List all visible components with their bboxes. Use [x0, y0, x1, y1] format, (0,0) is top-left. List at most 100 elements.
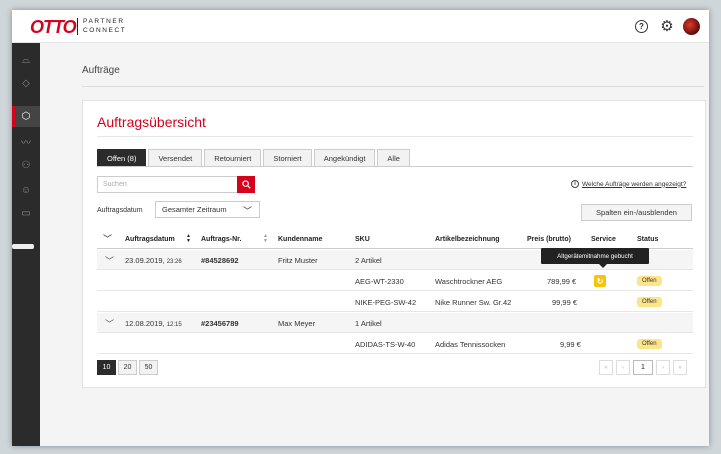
sort-icon[interactable]: ▲ ▼: [186, 234, 191, 244]
top-bar: OTTO PARTNER CONNECT ? ⚙: [12, 10, 709, 43]
otto-logo[interactable]: OTTO: [30, 17, 77, 38]
orders-card: Auftragsübersicht Offen (8) Versendet Reto…: [82, 100, 706, 388]
page-size-20[interactable]: 20: [118, 360, 137, 375]
item-sku: ADIDAS-TS-W-40: [355, 340, 416, 349]
status-badge: Offen: [637, 297, 662, 307]
tab-5[interactable]: Alle: [377, 149, 410, 166]
title-divider: [97, 136, 693, 137]
sidebar-item-2[interactable]: ⬡: [12, 106, 40, 127]
page-size-10[interactable]: 10: [97, 360, 116, 375]
date-range-value: Gesamter Zeitraum: [162, 205, 227, 214]
order-date: 23.09.2019, 23:26: [125, 256, 182, 265]
first-page-button[interactable]: «: [599, 360, 613, 375]
info-link-text: Welche Aufträge werden angezeigt?: [582, 180, 687, 188]
activity-icon: 〰: [21, 138, 31, 149]
order-number[interactable]: #84528692: [201, 256, 239, 265]
avatar[interactable]: [683, 18, 700, 35]
item-price: 99,99 €: [552, 298, 578, 307]
order-tabs: Offen (8) Versendet Retourniert Storniert An…: [97, 149, 412, 166]
chevron-down-icon: ﹀: [242, 206, 252, 216]
table-header: ﹀ Auftragsdatum ▲ ▼ Auftrags-Nr. ▲ ▼ Kunde…: [97, 229, 693, 249]
search-input[interactable]: [97, 176, 239, 193]
customer-name: Max Meyer: [278, 319, 316, 328]
item-price: 789,99 €: [547, 277, 577, 286]
prev-page-button[interactable]: ‹: [616, 360, 630, 375]
user-icon: ☺: [20, 185, 32, 196]
tab-3[interactable]: Storniert: [263, 149, 312, 166]
gear-icon[interactable]: ⚙: [659, 18, 675, 35]
order-number[interactable]: #23456789: [201, 319, 239, 328]
item-article: Nike Runner Sw. Gr.42: [435, 298, 512, 307]
partner-connect-label: PARTNER CONNECT: [83, 18, 126, 35]
column-date[interactable]: Auftragsdatum: [125, 236, 175, 243]
book-icon: ▭: [21, 208, 31, 219]
order-row[interactable]: ﹀ 12.08.2019, 12:15 #23456789 Max Meyer …: [97, 313, 693, 333]
search-icon: [241, 180, 251, 189]
chevron-down-icon[interactable]: ﹀: [105, 317, 114, 330]
people-icon: ⚇: [21, 160, 31, 171]
sidebar-item-3[interactable]: 〰: [12, 131, 40, 152]
partner-line-2: CONNECT: [83, 26, 127, 34]
box-icon: ⬡: [21, 111, 31, 122]
speedometer-icon: ⌓: [22, 55, 30, 66]
column-article[interactable]: Artikelbezeichnung: [435, 236, 500, 243]
tab-4[interactable]: Angekündigt: [313, 149, 376, 166]
toggle-columns-button[interactable]: Spalten ein-/ausblenden: [581, 204, 692, 221]
partner-line-1: PARTNER: [83, 18, 125, 25]
breadcrumb-divider: [82, 86, 704, 87]
search-button[interactable]: [237, 176, 255, 193]
current-page[interactable]: 1: [633, 360, 653, 375]
item-sku: AEG-WT-2330: [355, 277, 404, 286]
app-window: OTTO PARTNER CONNECT ? ⚙ » ⌓ ◇ ⬡ 〰 ⚇ ☺ ▭ Auftr…: [12, 10, 709, 446]
column-order-no[interactable]: Auftrags-Nr.: [201, 236, 241, 243]
drag-handle[interactable]: [12, 244, 34, 249]
sidebar-item-4[interactable]: ⚇: [12, 155, 40, 176]
status-badge: Offen: [637, 276, 662, 286]
tag-icon: ◇: [22, 78, 30, 89]
item-row: ADIDAS-TS-W-40 Adidas Tennissocken 9,99 …: [97, 334, 693, 354]
orders-info-link[interactable]: i Welche Aufträge werden angezeigt?: [571, 180, 686, 188]
date-filter-label: Auftragsdatum: [97, 207, 143, 214]
item-row: AEG-WT-2330 Waschtrockner AEG 789,99 € ↻…: [97, 271, 693, 291]
page-size-selector: 10 20 50: [97, 360, 160, 375]
date-range-select[interactable]: Gesamter Zeitraum ﹀: [155, 201, 260, 218]
article-count: 1 Artikel: [355, 319, 382, 328]
tab-2[interactable]: Retourniert: [204, 149, 262, 166]
item-sku: NIKE-PEG-SW-42: [355, 298, 417, 307]
order-date: 12.08.2019, 12:15: [125, 319, 182, 328]
main-content: Aufträge Auftragsübersicht Offen (8) Vers…: [40, 43, 709, 446]
sidebar-item-5[interactable]: ☺: [12, 180, 40, 201]
tabs-divider: [97, 166, 693, 167]
sidebar-item-0[interactable]: ⌓: [12, 50, 40, 71]
customer-name: Fritz Muster: [278, 256, 318, 265]
breadcrumb[interactable]: Aufträge: [82, 65, 120, 76]
tab-0[interactable]: Offen (8): [97, 149, 147, 166]
next-page-button[interactable]: ›: [656, 360, 670, 375]
pagination: « ‹ 1 › »: [596, 360, 687, 375]
service-tooltip: Altgerätemitnahme gebucht: [541, 248, 649, 268]
sidebar-item-6[interactable]: ▭: [12, 203, 40, 224]
chevron-down-icon[interactable]: ﹀: [105, 254, 114, 267]
question-circle-icon[interactable]: ?: [635, 20, 648, 33]
article-count: 2 Artikel: [355, 256, 382, 265]
column-sku[interactable]: SKU: [355, 236, 370, 243]
last-page-button[interactable]: »: [673, 360, 687, 375]
page-size-50[interactable]: 50: [139, 360, 158, 375]
status-badge: Offen: [637, 339, 662, 349]
sort-icon[interactable]: ▲ ▼: [263, 234, 268, 244]
info-icon: i: [571, 180, 579, 188]
item-row: NIKE-PEG-SW-42 Nike Runner Sw. Gr.42 99,…: [97, 292, 693, 312]
column-status[interactable]: Status: [637, 236, 658, 243]
item-article: Waschtrockner AEG: [435, 277, 503, 286]
page-title: Auftragsübersicht: [97, 114, 206, 130]
tab-1[interactable]: Versendet: [148, 149, 203, 166]
chevron-down-icon[interactable]: ﹀: [103, 232, 112, 245]
column-price[interactable]: Preis (brutto): [527, 236, 571, 243]
item-article: Adidas Tennissocken: [435, 340, 506, 349]
sidebar-item-1[interactable]: ◇: [12, 73, 40, 94]
column-customer[interactable]: Kundenname: [278, 236, 322, 243]
logo-divider: [77, 18, 78, 35]
item-price: 9,99 €: [560, 340, 581, 349]
column-service[interactable]: Service: [591, 236, 616, 243]
service-refresh-icon[interactable]: ↻: [594, 275, 606, 287]
